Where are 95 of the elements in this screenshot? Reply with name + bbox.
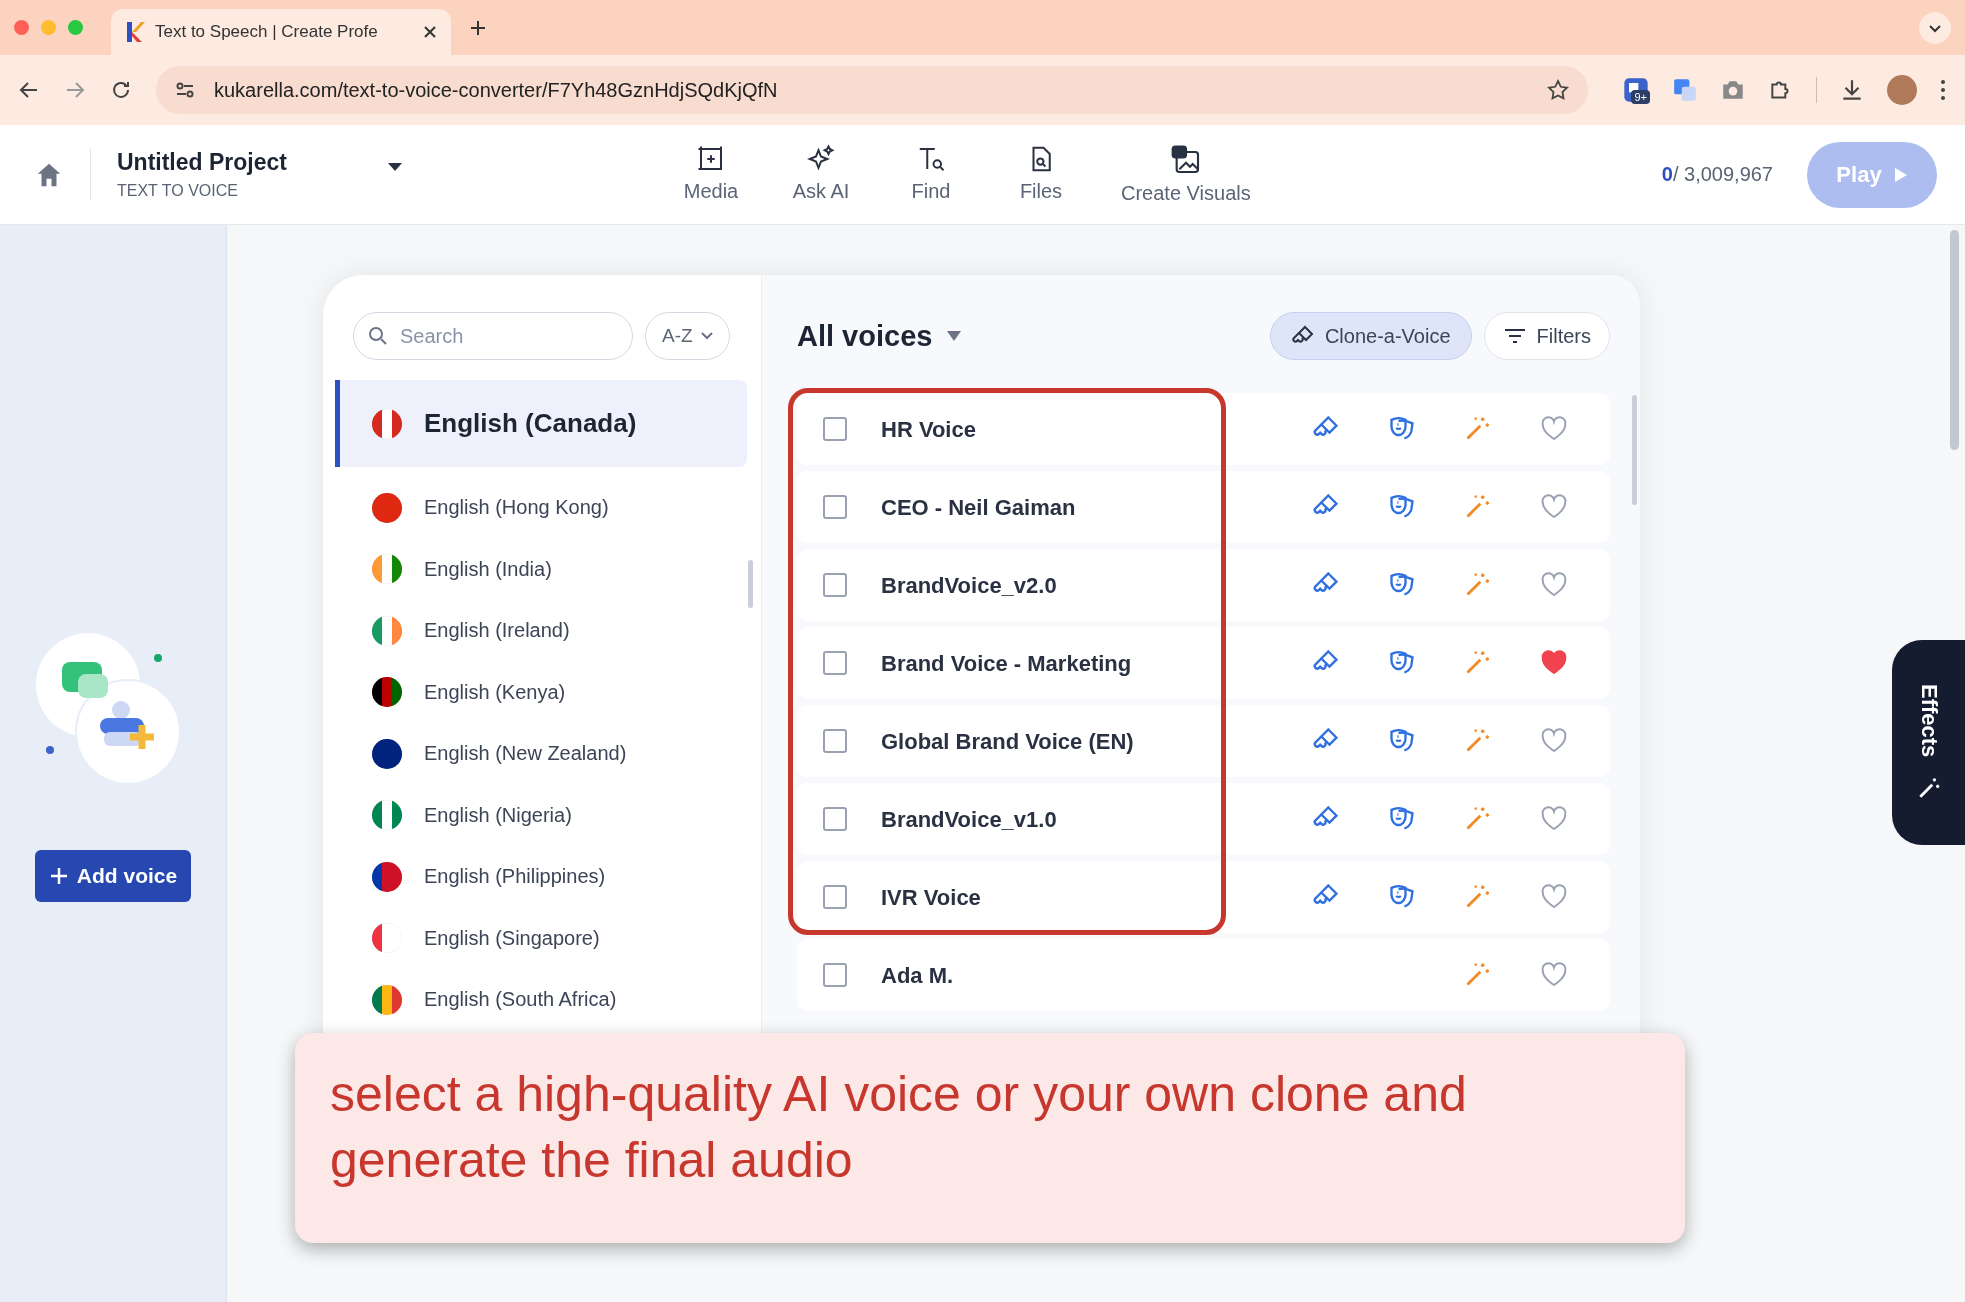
language-item[interactable]: English (South Africa) [335,969,747,1031]
voice-row[interactable]: Brand Voice - Marketing [797,627,1610,699]
chevron-down-icon [700,332,713,340]
voice-name: IVR Voice [881,883,982,912]
language-name: English (Kenya) [424,680,566,704]
voice-row[interactable]: IVR Voice [797,861,1610,933]
language-name: English (Canada) [424,408,637,439]
chevron-down-icon[interactable] [1919,11,1951,44]
character-count: 0/ 3,009,967 [1661,163,1773,186]
language-name: English (Hong Kong) [424,496,609,520]
voice-row[interactable]: HR Voice [797,393,1610,465]
flag-icon [372,492,402,523]
toolbar-button[interactable]: Find [891,144,971,205]
voice-name: HR Voice [881,415,977,444]
address-bar[interactable]: kukarella.com/text-to-voice-converter/F7Yh48GznHdjSQdKjQfN [156,66,1588,114]
language-name: English (Nigeria) [424,803,572,827]
clone-voice-button[interactable]: Clone-a-Voice [1269,312,1472,360]
checkbox[interactable] [823,729,847,753]
flag-icon [372,984,402,1015]
effects-tab[interactable]: Effects [1892,640,1965,845]
add-voice-button[interactable]: Add voice [34,850,192,902]
flag-icon [372,408,402,439]
language-name: English (Philippines) [424,865,606,889]
language-item[interactable]: English (Singapore) [335,907,747,969]
more-icon[interactable] [1939,78,1947,102]
image-icon [1169,144,1202,176]
checkbox[interactable] [823,963,847,987]
language-item[interactable]: English (Ireland) [335,600,747,662]
reload-icon[interactable] [110,79,132,101]
voice-name: BrandVoice_v2.0 [881,571,1058,600]
language-item[interactable]: English (Philippines) [335,846,747,908]
close-icon[interactable] [423,25,437,39]
caret-icon [946,330,963,342]
voice-row[interactable]: Global Brand Voice (EN) [797,705,1610,777]
voice-row[interactable]: CEO - Neil Gaiman [797,471,1610,543]
language-item[interactable]: English (Canada) [335,380,747,467]
voice-row[interactable]: Ada M. [797,939,1610,1011]
play-icon [1893,166,1908,183]
logo-icon [125,21,145,43]
close-window-button[interactable] [14,20,29,35]
extension-icon[interactable]: 9+ [1622,76,1650,104]
filter-icon [1502,326,1527,346]
voices-dropdown[interactable]: All voices [797,319,963,353]
checkbox[interactable] [823,885,847,909]
project-subtitle: TEXT TO VOICE [117,182,239,200]
voice-name: Ada M. [881,961,955,990]
flag-icon [372,861,402,892]
flag-icon [372,677,402,708]
language-name: English (Singapore) [424,926,600,950]
search-input[interactable]: Search [398,323,602,349]
language-name: English (Ireland) [424,619,570,643]
toolbar-button[interactable]: Files [1001,144,1081,205]
language-name: English (South Africa) [424,988,617,1012]
search-icon [368,326,388,346]
toolbar-button[interactable]: Media [671,144,751,205]
voice-name: Global Brand Voice (EN) [881,727,1135,756]
voice-row[interactable]: BrandVoice_v1.0 [797,783,1610,855]
voice-name: BrandVoice_v1.0 [881,805,1058,834]
filters-button[interactable]: Filters [1483,312,1610,360]
flag-icon [372,615,402,646]
checkbox[interactable] [823,573,847,597]
toolbar-button[interactable]: Create Visuals [1111,144,1261,205]
flag-icon [372,800,402,831]
sort-dropdown[interactable]: A-Z [645,312,730,360]
checkbox[interactable] [823,495,847,519]
voice-name: Brand Voice - Marketing [881,649,1133,678]
plus-icon [48,866,69,886]
translate-icon[interactable] [1672,77,1698,103]
checkbox[interactable] [823,651,847,675]
language-name: English (India) [424,557,552,581]
profile-avatar[interactable] [1887,75,1917,105]
language-item[interactable]: English (Nigeria) [335,784,747,846]
scrollbar[interactable] [748,560,753,608]
flag-icon [372,923,402,954]
zoom-window-button[interactable] [68,20,83,35]
checkbox[interactable] [823,807,847,831]
language-name: English (New Zealand) [424,742,627,766]
caption-callout: select a high-quality AI voice or your own clone and generate the final audio [295,1033,1685,1243]
language-item[interactable]: English (Hong Kong) [335,477,747,539]
project-title[interactable]: Untitled Project [117,149,387,176]
flag-icon [372,738,402,769]
caret-icon[interactable] [387,161,403,172]
voice-row[interactable]: BrandVoice_v2.0 [797,549,1610,621]
new-tab-icon[interactable] [469,18,487,37]
toolbar-button[interactable]: Ask AI [781,144,861,205]
language-item[interactable]: English (Kenya) [335,661,747,723]
flag-icon [372,554,402,585]
language-item[interactable]: English (New Zealand) [335,723,747,785]
voice-name: CEO - Neil Gaiman [881,493,1077,522]
checkbox[interactable] [823,417,847,441]
scrollbar[interactable] [1950,230,1959,450]
browser-tab[interactable]: Text to Speech | Create Profe [111,9,451,55]
language-item[interactable]: English (India) [335,538,747,600]
star-icon[interactable] [1546,78,1570,102]
scrollbar[interactable] [1632,395,1637,505]
